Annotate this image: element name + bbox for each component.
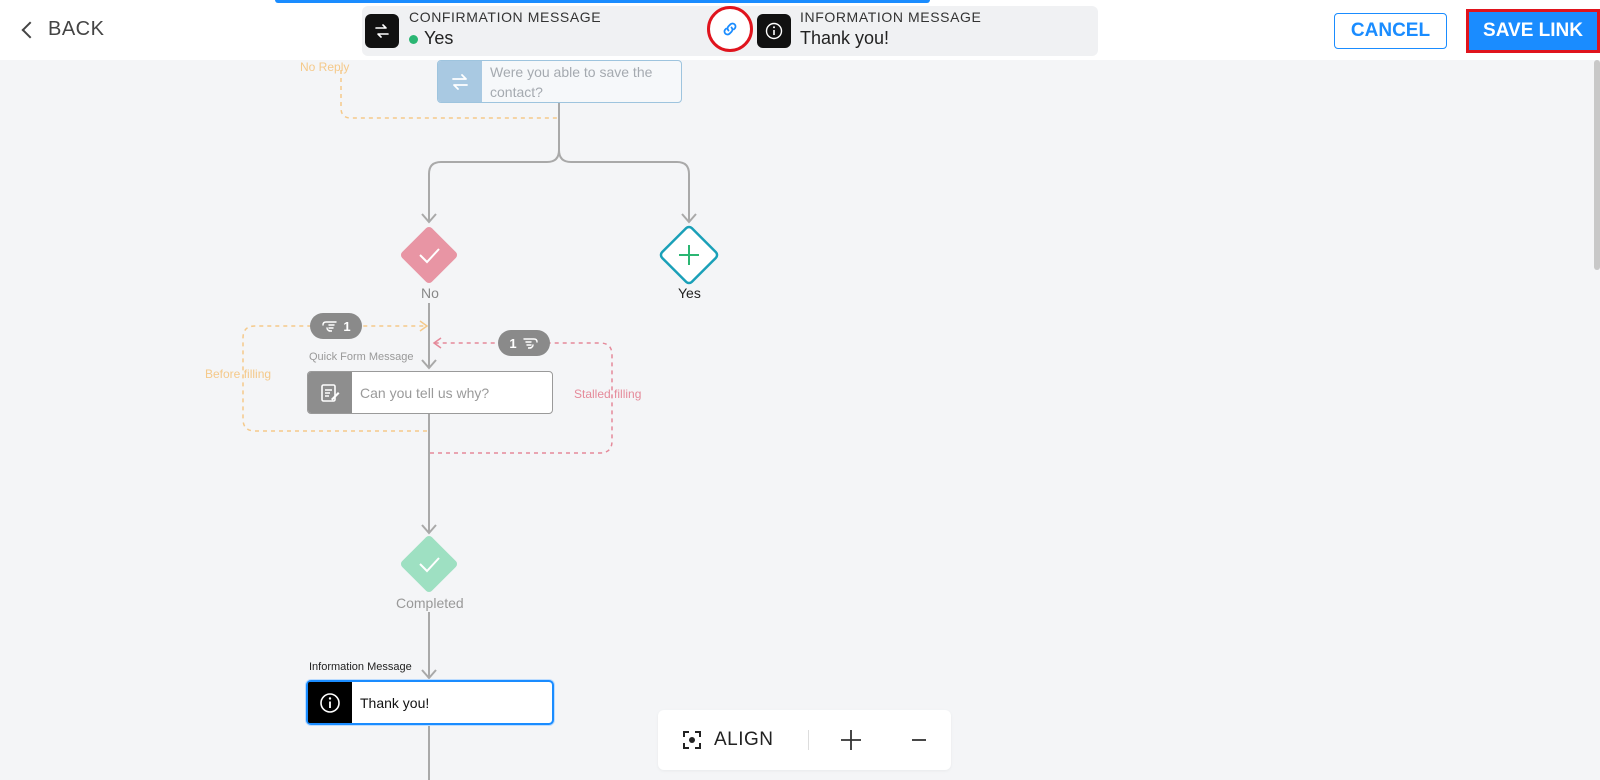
minus-icon — [912, 739, 926, 741]
align-button[interactable]: ALIGN — [682, 710, 774, 770]
information-node-text: Thank you! — [360, 694, 430, 711]
yes-branch-label: Yes — [678, 285, 701, 301]
align-label: ALIGN — [714, 729, 774, 750]
plus-icon — [841, 730, 861, 750]
flow-canvas — [242, 70, 719, 780]
completed-label: Completed — [396, 595, 464, 611]
vertical-scrollbar[interactable] — [1594, 60, 1600, 270]
completed-diamond[interactable] — [399, 534, 458, 593]
canvas-toolbar: ALIGN — [658, 710, 951, 770]
stalled-filling-pill[interactable]: 1 — [498, 330, 550, 356]
focus-frame-icon — [683, 731, 701, 749]
before-filling-pill[interactable]: 1 — [310, 313, 362, 339]
swap-arrows-icon — [438, 61, 482, 102]
stalled-filling-label: Stalled filling — [574, 387, 642, 401]
form-node-caption: Quick Form Message — [309, 351, 414, 363]
before-filling-label: Before filling — [205, 367, 272, 381]
zoom-in-button[interactable] — [836, 725, 866, 755]
no-branch-label: No — [421, 285, 439, 301]
hand-pointer-icon — [522, 338, 538, 349]
no-branch-diamond[interactable] — [399, 225, 458, 284]
connector-to-no — [428, 103, 560, 222]
quick-form-node-text: Can you tell us why? — [360, 384, 490, 401]
no-reply-label: No Reply — [300, 60, 350, 74]
zoom-out-button[interactable] — [904, 725, 934, 755]
confirmation-node[interactable]: Were you able to save the contact? — [437, 60, 682, 103]
form-edit-icon — [308, 372, 352, 413]
confirmation-node-text: Were you able to save the contact? — [490, 63, 653, 100]
toolbar-divider — [808, 730, 809, 750]
info-icon — [308, 682, 352, 723]
connector-to-yes — [558, 149, 690, 222]
information-node[interactable]: Thank you! — [306, 680, 554, 725]
hand-pointer-icon — [322, 321, 338, 332]
quick-form-node[interactable]: Can you tell us why? — [307, 371, 553, 414]
info-node-caption: Information Message — [309, 661, 412, 673]
